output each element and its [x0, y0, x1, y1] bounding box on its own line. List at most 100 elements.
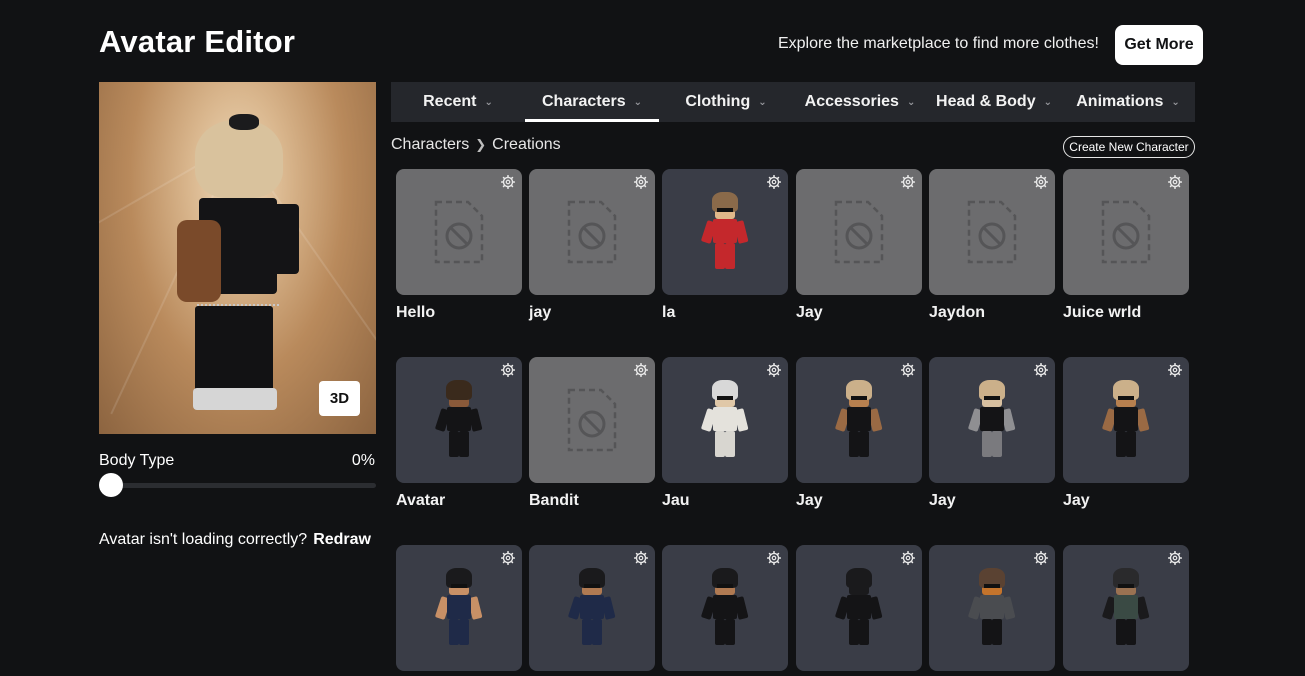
- character-card[interactable]: [929, 545, 1055, 671]
- get-more-button[interactable]: Get More: [1115, 25, 1203, 65]
- character-thumbnail: [796, 357, 922, 483]
- character-card[interactable]: la: [662, 169, 788, 322]
- gear-icon[interactable]: [1033, 362, 1049, 378]
- gear-icon[interactable]: [1033, 174, 1049, 190]
- figure-torso: [447, 595, 471, 619]
- view-3d-toggle[interactable]: 3D: [319, 381, 360, 416]
- character-card[interactable]: Juice wrld: [1063, 169, 1189, 322]
- character-card[interactable]: [529, 545, 655, 671]
- character-name: Jay: [1063, 492, 1090, 509]
- gear-icon[interactable]: [1167, 550, 1183, 566]
- character-card[interactable]: Jay: [929, 357, 1055, 510]
- character-figure: [434, 568, 483, 648]
- character-card[interactable]: Jau: [662, 357, 788, 510]
- character-card[interactable]: [662, 545, 788, 671]
- avatar-hair-bow: [229, 114, 259, 130]
- figure-hair: [446, 380, 472, 400]
- tab-accessories[interactable]: Accessories ⌄: [793, 82, 927, 122]
- gear-icon[interactable]: [1167, 362, 1183, 378]
- body-type-label: Body Type: [99, 452, 175, 469]
- tab-characters[interactable]: Characters ⌄: [525, 82, 659, 122]
- gear-icon[interactable]: [500, 174, 516, 190]
- character-name: Avatar: [396, 492, 446, 509]
- character-name: jay: [529, 304, 552, 321]
- character-card[interactable]: [396, 545, 522, 671]
- chevron-down-icon: ⌄: [758, 96, 767, 108]
- figure-leg: [859, 619, 869, 645]
- tab-head-body[interactable]: Head & Body ⌄: [927, 82, 1061, 122]
- character-name: Jay: [796, 492, 823, 509]
- character-thumbnail: [662, 545, 788, 671]
- character-card[interactable]: jay: [529, 169, 655, 322]
- gear-icon[interactable]: [900, 174, 916, 190]
- character-name: Juice wrld: [1063, 304, 1142, 321]
- gear-icon[interactable]: [1033, 550, 1049, 566]
- figure-shades: [851, 396, 867, 400]
- figure-shades: [584, 584, 600, 588]
- body-type-slider-thumb[interactable]: [99, 473, 123, 497]
- figure-leg: [1126, 431, 1136, 457]
- figure-torso: [713, 219, 737, 243]
- figure-leg: [1116, 619, 1126, 645]
- avatar-preview[interactable]: 3D: [99, 82, 376, 434]
- character-figure: [967, 380, 1016, 460]
- gear-icon[interactable]: [633, 362, 649, 378]
- character-thumbnail: [396, 357, 522, 483]
- character-thumbnail: [929, 169, 1055, 295]
- character-card[interactable]: Jay: [1063, 357, 1189, 510]
- character-card[interactable]: [796, 545, 922, 671]
- character-card[interactable]: Jay: [796, 169, 922, 322]
- figure-leg: [592, 619, 602, 645]
- chevron-right-icon: ❯: [475, 137, 487, 152]
- page-title: Avatar Editor: [99, 24, 296, 59]
- tab-recent[interactable]: Recent ⌄: [391, 82, 525, 122]
- create-new-character-button[interactable]: Create New Character: [1063, 136, 1195, 158]
- gear-icon[interactable]: [500, 362, 516, 378]
- tab-animations[interactable]: Animations ⌄: [1061, 82, 1195, 122]
- avatar-arm: [269, 204, 299, 274]
- gear-icon[interactable]: [1167, 174, 1183, 190]
- character-thumbnail: [929, 357, 1055, 483]
- figure-torso: [1114, 407, 1138, 431]
- gear-icon[interactable]: [633, 174, 649, 190]
- character-card[interactable]: Jay: [796, 357, 922, 510]
- breadcrumb-parent[interactable]: Characters: [391, 136, 469, 154]
- figure-leg: [1116, 431, 1126, 457]
- gear-icon[interactable]: [900, 362, 916, 378]
- figure-leg: [715, 619, 725, 645]
- gear-icon[interactable]: [500, 550, 516, 566]
- character-card[interactable]: Jaydon: [929, 169, 1055, 322]
- character-thumbnail: [1063, 169, 1189, 295]
- figure-hair: [846, 568, 872, 588]
- figure-leg: [849, 619, 859, 645]
- character-thumbnail: [529, 169, 655, 295]
- figure-shades: [984, 584, 1000, 588]
- chevron-down-icon: ⌄: [1171, 96, 1180, 108]
- character-name: Bandit: [529, 492, 579, 509]
- figure-leg: [725, 619, 735, 645]
- figure-shades: [717, 208, 733, 212]
- character-card[interactable]: Bandit: [529, 357, 655, 510]
- unavailable-file-icon: [567, 388, 617, 457]
- gear-icon[interactable]: [766, 550, 782, 566]
- figure-leg: [982, 431, 992, 457]
- figure-leg: [992, 619, 1002, 645]
- breadcrumb-current: Creations: [492, 136, 561, 153]
- gear-icon[interactable]: [766, 174, 782, 190]
- figure-shades: [451, 584, 467, 588]
- character-thumbnail: [929, 545, 1055, 671]
- figure-leg: [582, 619, 592, 645]
- character-card[interactable]: Avatar: [396, 357, 522, 510]
- gear-icon[interactable]: [633, 550, 649, 566]
- unavailable-file-icon: [967, 200, 1017, 269]
- gear-icon[interactable]: [900, 550, 916, 566]
- character-card[interactable]: [1063, 545, 1189, 671]
- promo-text: Explore the marketplace to find more clo…: [777, 35, 1099, 52]
- body-type-slider[interactable]: [99, 483, 376, 488]
- tab-clothing[interactable]: Clothing ⌄: [659, 82, 793, 122]
- figure-leg: [982, 619, 992, 645]
- character-card[interactable]: Hello: [396, 169, 522, 322]
- gear-icon[interactable]: [766, 362, 782, 378]
- redraw-link[interactable]: Redraw: [313, 531, 371, 548]
- character-name: la: [662, 304, 676, 321]
